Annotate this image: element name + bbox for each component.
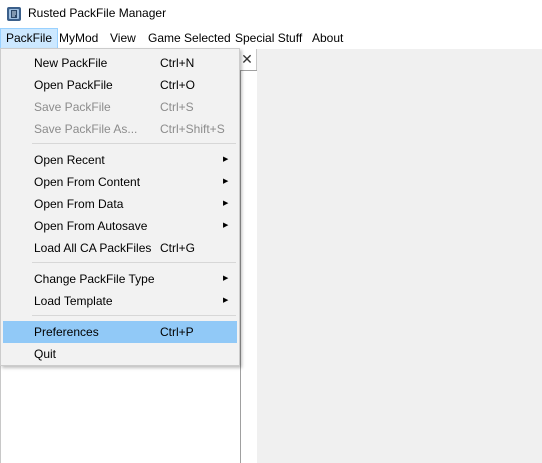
- menu-item-shortcut: Ctrl+Shift+S: [160, 122, 225, 136]
- menu-game-selected[interactable]: Game Selected: [143, 28, 236, 49]
- menu-item-open-from-autosave[interactable]: Open From Autosave ▶: [3, 215, 237, 237]
- menu-mymod[interactable]: MyMod: [54, 28, 103, 49]
- menu-item-label: Open PackFile: [34, 78, 113, 92]
- menu-item-new-packfile[interactable]: New PackFile Ctrl+N: [3, 52, 237, 74]
- menu-separator: [32, 262, 236, 263]
- menu-item-label: Open From Content: [34, 175, 141, 189]
- packfile-dropdown-menu: New PackFile Ctrl+N Open PackFile Ctrl+O…: [0, 48, 240, 366]
- menu-separator: [32, 315, 236, 316]
- menu-separator: [32, 143, 236, 144]
- menu-item-quit[interactable]: Quit: [3, 343, 237, 365]
- menu-item-shortcut: Ctrl+P: [160, 325, 194, 339]
- menu-item-preferences[interactable]: Preferences Ctrl+P: [3, 321, 237, 343]
- menu-item-label: Save PackFile: [34, 100, 111, 114]
- menu-item-shortcut: Ctrl+S: [160, 100, 194, 114]
- menu-item-load-all-ca-packfiles[interactable]: Load All CA PackFiles Ctrl+G: [3, 237, 237, 259]
- submenu-arrow-icon: ▶: [223, 156, 229, 163]
- menu-item-label: Preferences: [34, 325, 99, 339]
- menu-item-label: Open From Data: [34, 197, 124, 211]
- menu-item-open-recent[interactable]: Open Recent ▶: [3, 149, 237, 171]
- menu-about[interactable]: About: [307, 28, 348, 49]
- menu-item-shortcut: Ctrl+G: [160, 241, 196, 255]
- submenu-arrow-icon: ▶: [223, 222, 229, 229]
- menu-view[interactable]: View: [105, 28, 141, 49]
- menu-item-load-template[interactable]: Load Template ▶: [3, 290, 237, 312]
- menu-item-change-packfile-type[interactable]: Change PackFile Type ▶: [3, 268, 237, 290]
- menu-special-stuff[interactable]: Special Stuff: [230, 28, 307, 49]
- menu-item-label: Open Recent: [34, 153, 105, 167]
- menu-item-label: New PackFile: [34, 56, 108, 70]
- menu-bar: PackFile MyMod View Game Selected Specia…: [0, 28, 542, 49]
- menu-item-open-from-data[interactable]: Open From Data ▶: [3, 193, 237, 215]
- menu-item-save-packfile: Save PackFile Ctrl+S: [3, 96, 237, 118]
- close-icon[interactable]: ✕: [238, 51, 256, 68]
- submenu-arrow-icon: ▶: [223, 275, 229, 282]
- submenu-arrow-icon: ▶: [223, 200, 229, 207]
- tree-view[interactable]: [240, 70, 257, 463]
- window-title: Rusted PackFile Manager: [28, 6, 167, 20]
- menu-item-label: Open From Autosave: [34, 219, 148, 233]
- rpfm-app-icon: [7, 7, 21, 21]
- menu-item-label: Load All CA PackFiles: [34, 241, 152, 255]
- menu-packfile[interactable]: PackFile: [0, 28, 59, 49]
- menu-item-open-from-content[interactable]: Open From Content ▶: [3, 171, 237, 193]
- submenu-arrow-icon: ▶: [223, 297, 229, 304]
- menu-item-open-packfile[interactable]: Open PackFile Ctrl+O: [3, 74, 237, 96]
- title-bar: Rusted PackFile Manager: [0, 0, 542, 28]
- menu-item-label: Change PackFile Type: [34, 272, 155, 286]
- menu-item-label: Load Template: [34, 294, 113, 308]
- menu-item-label: Save PackFile As...: [34, 122, 138, 136]
- menu-item-save-packfile-as: Save PackFile As... Ctrl+Shift+S: [3, 118, 237, 140]
- submenu-arrow-icon: ▶: [223, 178, 229, 185]
- menu-item-label: Quit: [34, 347, 57, 361]
- menu-item-shortcut: Ctrl+O: [160, 78, 196, 92]
- menu-item-shortcut: Ctrl+N: [160, 56, 195, 70]
